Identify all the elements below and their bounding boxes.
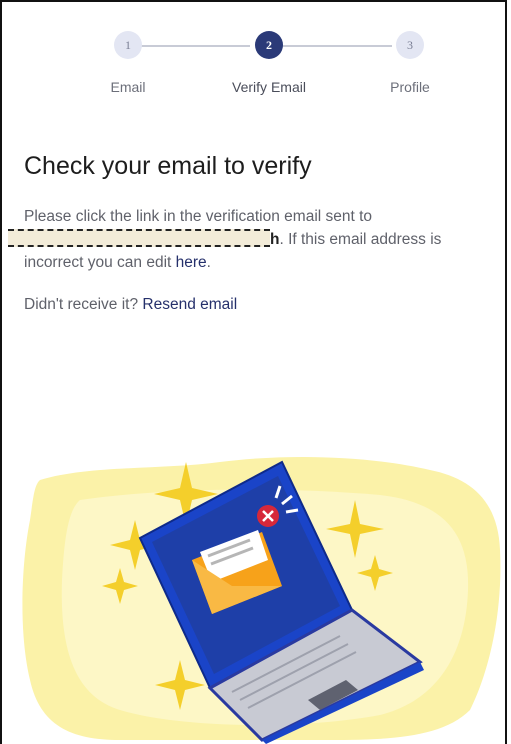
verification-message: Please click the link in the verificatio… xyxy=(8,205,494,274)
resend-email-link[interactable]: Resend email xyxy=(142,296,237,313)
step-2-label: Verify Email xyxy=(232,79,306,95)
edit-email-link[interactable]: here xyxy=(176,254,207,271)
step-3-circle: 3 xyxy=(396,31,424,59)
resend-prompt: Didn't receive it? xyxy=(24,296,143,313)
step-3-label: Profile xyxy=(390,79,430,95)
step-connector xyxy=(282,45,392,47)
message-intro: Please click the link in the verificatio… xyxy=(24,208,373,225)
redacted-email xyxy=(8,229,270,247)
laptop-email-illustration xyxy=(22,456,501,744)
resend-row: Didn't receive it? Resend email xyxy=(24,296,237,314)
message-end: . xyxy=(206,254,211,271)
step-1-circle: 1 xyxy=(114,31,142,59)
step-2-circle: 2 xyxy=(255,31,283,59)
progress-stepper: 1 2 3 Email Verify Email Profile xyxy=(0,0,511,100)
step-1-label: Email xyxy=(110,79,146,95)
step-connector xyxy=(140,45,250,47)
page-title: Check your email to verify xyxy=(24,152,312,180)
